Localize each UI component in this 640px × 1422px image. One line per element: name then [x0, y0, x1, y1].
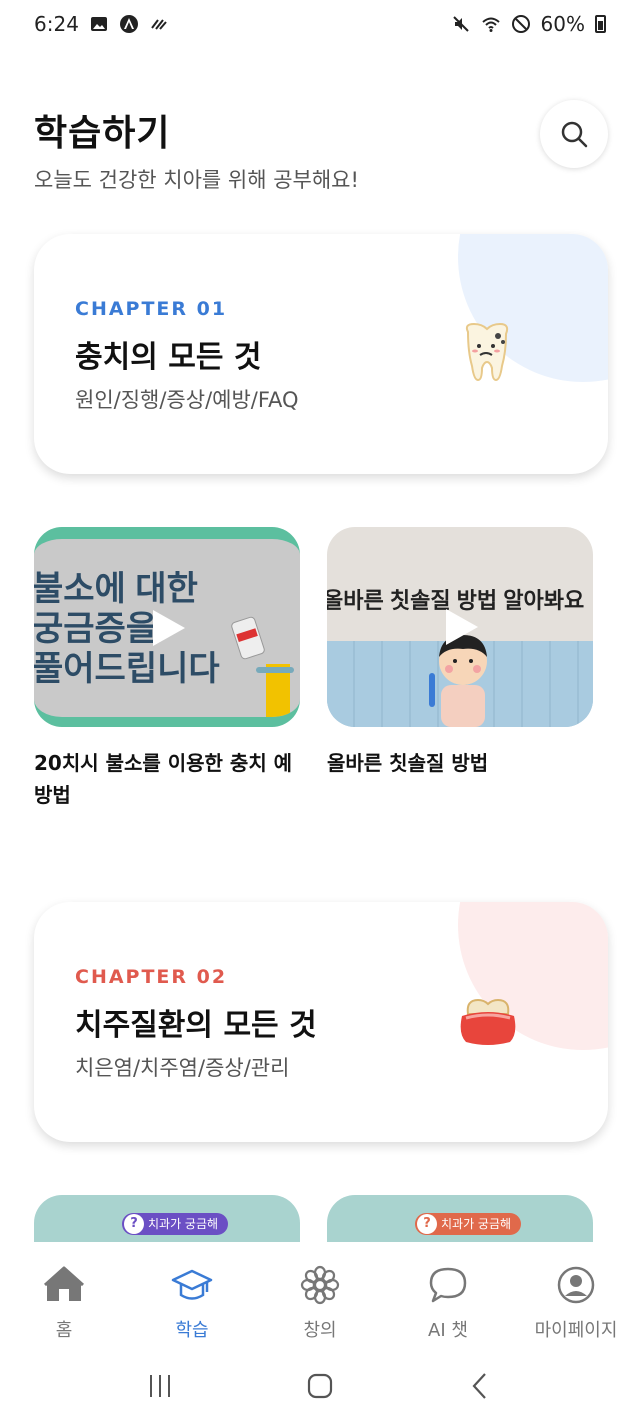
chapter-title: 충치의 모든 것: [75, 340, 262, 375]
chapter-desc: 원인/징행/증상/예방/FAQ: [75, 388, 299, 412]
battery-percent: 60%: [540, 12, 585, 36]
tab-label: 창의: [303, 1320, 337, 1341]
video-thumbnail[interactable]: 불소에 대한 궁금증을 풀어드립니다: [34, 527, 300, 727]
sad-tooth-icon: [460, 322, 514, 388]
video-card[interactable]: 불소에 대한 궁금증을 풀어드립니다 20치시 불소를 이용한 충치 예방법: [34, 527, 300, 811]
recent-apps-icon[interactable]: [145, 1371, 175, 1401]
thumbnail-text: 풀어드립니다: [34, 650, 220, 688]
status-bar: 6:24 60%: [0, 0, 640, 48]
back-icon[interactable]: [465, 1371, 495, 1401]
do-not-disturb-icon: [511, 14, 531, 34]
gum-tooth-icon: [458, 994, 518, 1052]
system-nav-bar: [0, 1350, 640, 1422]
tab-label: 학습: [175, 1320, 209, 1341]
page-title: 학습하기: [34, 113, 171, 154]
tab-label: AI 챗: [428, 1320, 468, 1341]
thumbnail-text: 불소에 대한: [34, 570, 198, 608]
mute-icon: [451, 14, 471, 34]
video-card[interactable]: 올바른 칫솔질 방법 알아봐요 올바른 칫솔질 방법: [327, 527, 593, 779]
tab-study[interactable]: 학습: [132, 1264, 252, 1350]
thumbnail-text: 궁금증을: [34, 610, 158, 648]
bottom-tab-bar: 홈 학습 창의 AI 챗 마이페이지: [0, 1242, 640, 1350]
video-card[interactable]: 치과가 궁금해 ?: [34, 1195, 300, 1242]
video-thumbnail[interactable]: 치과가 궁금해 ?: [34, 1195, 300, 1242]
toothpaste-illustration: [231, 616, 294, 717]
video-thumbnail[interactable]: 올바른 칫솔질 방법 알아봐요: [327, 527, 593, 727]
graduation-cap-icon: [171, 1269, 213, 1300]
question-icon: ?: [417, 1214, 437, 1234]
play-icon: [153, 610, 185, 646]
tab-home[interactable]: 홈: [4, 1264, 124, 1350]
status-right: 60%: [451, 12, 606, 36]
video-title: 올바른 칫솔질 방법: [327, 751, 489, 775]
flower-icon: [300, 1265, 340, 1305]
video-thumbnail[interactable]: 치과가 궁금해 ?: [327, 1195, 593, 1242]
chapter-label: CHAPTER 01: [75, 298, 228, 320]
wifi-icon: [481, 14, 501, 34]
tab-creative[interactable]: 창의: [260, 1264, 380, 1350]
question-icon: ?: [124, 1214, 144, 1234]
profile-icon: [557, 1266, 595, 1304]
page-subtitle: 오늘도 건강한 치아를 위해 공부해요!: [34, 168, 359, 192]
play-icon: [446, 609, 478, 645]
tab-ai-chat[interactable]: AI 챗: [388, 1264, 508, 1350]
signal-strength-icon: [149, 14, 169, 34]
tab-label: 마이페이지: [534, 1320, 618, 1341]
chapter-card-02[interactable]: CHAPTER 02 치주질환의 모든 것 치은염/치주염/증상/관리: [34, 902, 608, 1142]
tab-label: 홈: [55, 1320, 73, 1341]
chapter-label: CHAPTER 02: [75, 966, 228, 988]
battery-icon: [595, 15, 606, 33]
chapter-desc: 치은염/치주염/증상/관리: [75, 1056, 290, 1080]
status-time: 6:24: [34, 12, 79, 36]
video-title: 20치시 불소를 이용한 충치 예방법: [34, 751, 293, 807]
video-card[interactable]: 치과가 궁금해 ?: [327, 1195, 593, 1242]
home-button-icon[interactable]: [305, 1371, 335, 1401]
chat-bubble-icon: [429, 1267, 467, 1303]
chapter-card-01[interactable]: CHAPTER 01 충치의 모든 것 원인/징행/증상/예방/FAQ: [34, 234, 608, 474]
tab-my-page[interactable]: 마이페이지: [516, 1264, 636, 1350]
status-left: 6:24: [34, 12, 169, 36]
home-icon: [43, 1266, 85, 1301]
chapter-title: 치주질환의 모든 것: [75, 1008, 317, 1043]
search-icon: [561, 121, 588, 148]
app-notification-icon: [119, 14, 139, 34]
gallery-icon: [89, 14, 109, 34]
search-button[interactable]: [540, 100, 608, 168]
